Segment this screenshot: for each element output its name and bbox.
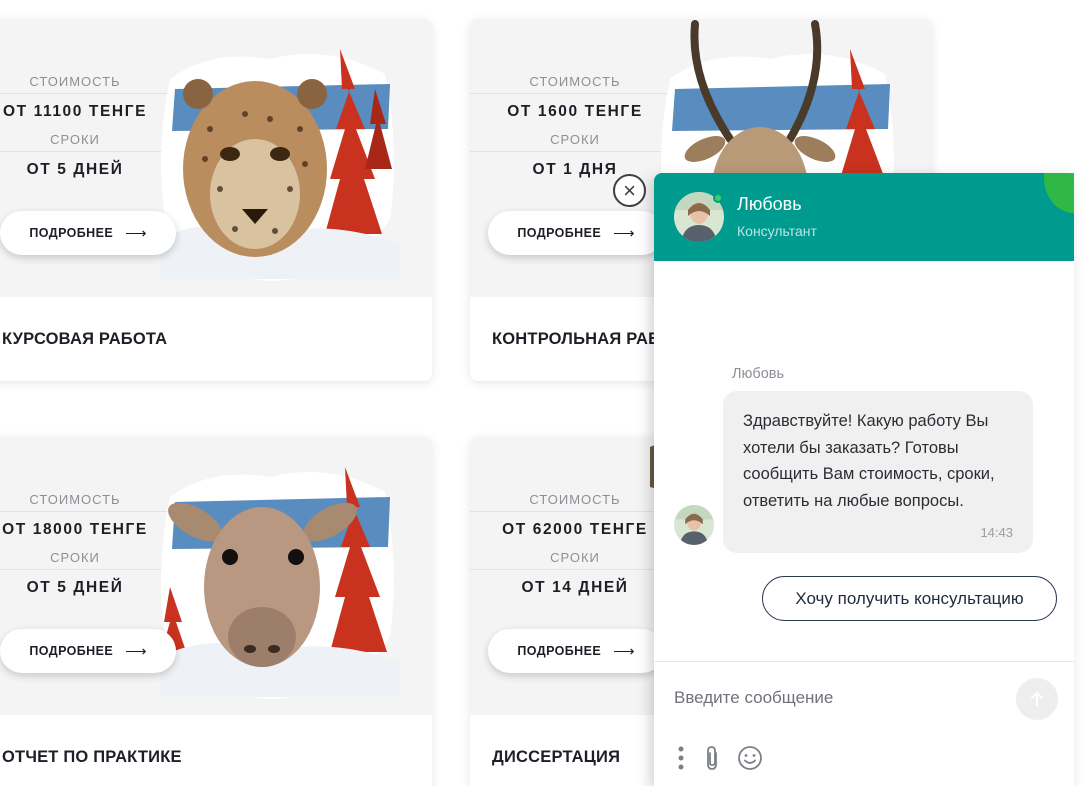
more-button-label: ПОДРОБНЕЕ <box>29 226 114 240</box>
card-title: КУРСОВАЯ РАБОТА <box>2 330 168 348</box>
message-sender: Любовь <box>732 366 785 382</box>
send-button[interactable] <box>1016 678 1058 720</box>
card-title: ОТЧЕТ ПО ПРАКТИКЕ <box>2 748 182 766</box>
more-button-label: ПОДРОБНЕЕ <box>517 226 602 240</box>
more-button[interactable]: ПОДРОБНЕЕ ⟶ <box>0 629 176 673</box>
more-vertical-icon <box>678 746 684 770</box>
card-info: СТОИМОСТЬ ОТ 1600 ТЕНГЕ СРОКИ ОТ 1 ДНЯ <box>470 71 680 187</box>
message-input[interactable] <box>674 680 1004 716</box>
price-label: СТОИМОСТЬ <box>529 492 621 507</box>
agent-name: Любовь <box>737 194 802 214</box>
message-bubble: Здравствуйте! Какую работу Вы хотели бы … <box>723 391 1033 553</box>
chat-header: Любовь Консультант <box>654 173 1074 261</box>
message-time: 14:43 <box>980 525 1013 540</box>
arrow-right-icon: ⟶ <box>613 225 635 242</box>
attach-button[interactable] <box>700 742 724 774</box>
card-info: СТОИМОСТЬ ОТ 62000 ТЕНГЕ СРОКИ ОТ 14 ДНЕ… <box>470 489 680 605</box>
paperclip-icon <box>707 746 717 770</box>
term-label: СРОКИ <box>550 550 600 565</box>
card-image-area: СТОИМОСТЬ ОТ 11100 ТЕНГЕ СРОКИ ОТ 5 ДНЕЙ <box>0 19 432 297</box>
arrow-right-icon: ⟶ <box>125 225 147 242</box>
quick-reply-consultation-button[interactable]: Хочу получить консультацию <box>762 576 1057 621</box>
emoji-icon <box>738 746 762 770</box>
header-accent <box>1044 173 1074 213</box>
agent-role: Консультант <box>737 223 817 239</box>
card-footer: КУРСОВАЯ РАБОТА <box>0 297 432 381</box>
saiga-forest-illustration <box>160 467 400 699</box>
message-avatar <box>674 505 714 545</box>
more-button[interactable]: ПОДРОБНЕЕ ⟶ <box>488 211 664 255</box>
arrow-right-icon: ⟶ <box>613 643 635 660</box>
price-value: ОТ 62000 ТЕНГЕ <box>470 511 680 547</box>
emoji-button[interactable] <box>736 742 764 774</box>
price-value: ОТ 1600 ТЕНГЕ <box>470 93 680 129</box>
arrow-right-icon: ⟶ <box>125 643 147 660</box>
message-text: Здравствуйте! Какую работу Вы хотели бы … <box>743 412 995 510</box>
close-icon: × <box>623 177 636 203</box>
more-button[interactable]: ПОДРОБНЕЕ ⟶ <box>488 629 664 673</box>
service-card-coursework[interactable]: СТОИМОСТЬ ОТ 11100 ТЕНГЕ СРОКИ ОТ 5 ДНЕЙ <box>0 19 432 381</box>
card-image-area: СТОИМОСТЬ ОТ 18000 ТЕНГЕ СРОКИ ОТ 5 ДНЕЙ… <box>0 437 432 715</box>
message-composer <box>654 661 1074 786</box>
card-footer: ОТЧЕТ ПО ПРАКТИКЕ <box>0 715 432 786</box>
term-value: ОТ 14 ДНЕЙ <box>470 569 680 605</box>
price-label: СТОИМОСТЬ <box>529 74 621 89</box>
more-button-label: ПОДРОБНЕЕ <box>29 644 114 658</box>
more-button[interactable]: ПОДРОБНЕЕ ⟶ <box>0 211 176 255</box>
card-title: ДИССЕРТАЦИЯ <box>492 748 621 766</box>
term-value: ОТ 1 ДНЯ <box>470 151 680 187</box>
chat-widget: Любовь Консультант Любовь Здравствуйте! … <box>654 173 1074 786</box>
chat-close-button[interactable]: × <box>613 174 646 207</box>
more-options-button[interactable] <box>674 742 688 774</box>
service-card-practice-report[interactable]: СТОИМОСТЬ ОТ 18000 ТЕНГЕ СРОКИ ОТ 5 ДНЕЙ… <box>0 437 432 786</box>
card-title: КОНТРОЛЬНАЯ РАБ <box>492 330 661 348</box>
more-button-label: ПОДРОБНЕЕ <box>517 644 602 658</box>
online-status-dot <box>713 193 723 203</box>
term-label: СРОКИ <box>550 132 600 147</box>
cheetah-forest-illustration <box>160 49 400 281</box>
send-arrow-icon <box>1031 692 1043 706</box>
